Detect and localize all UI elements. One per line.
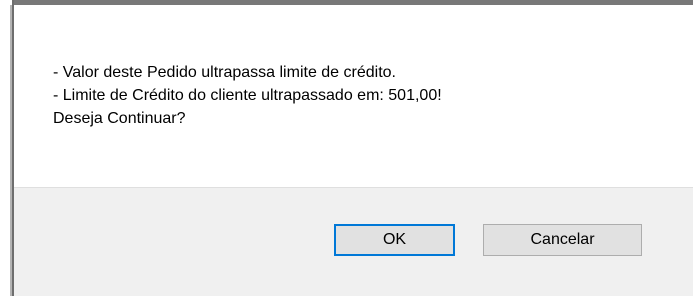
message-line-credit-limit: - Valor deste Pedido ultrapassa limite d… (53, 64, 396, 81)
dialog-content: - Valor deste Pedido ultrapassa limite d… (14, 5, 693, 187)
message-line-exceeded-amount: - Limite de Crédito do cliente ultrapass… (53, 87, 442, 104)
dialog-button-bar: OK Cancelar (14, 187, 693, 296)
message-line-continue-question: Deseja Continuar? (53, 110, 186, 127)
dialog-message: - Valor deste Pedido ultrapassa limite d… (53, 61, 442, 130)
window-left-border-inner (10, 5, 12, 296)
confirmation-dialog: - Valor deste Pedido ultrapassa limite d… (0, 0, 693, 296)
cancel-button[interactable]: Cancelar (483, 224, 642, 256)
window-left-border (0, 0, 14, 296)
ok-button[interactable]: OK (334, 224, 455, 256)
